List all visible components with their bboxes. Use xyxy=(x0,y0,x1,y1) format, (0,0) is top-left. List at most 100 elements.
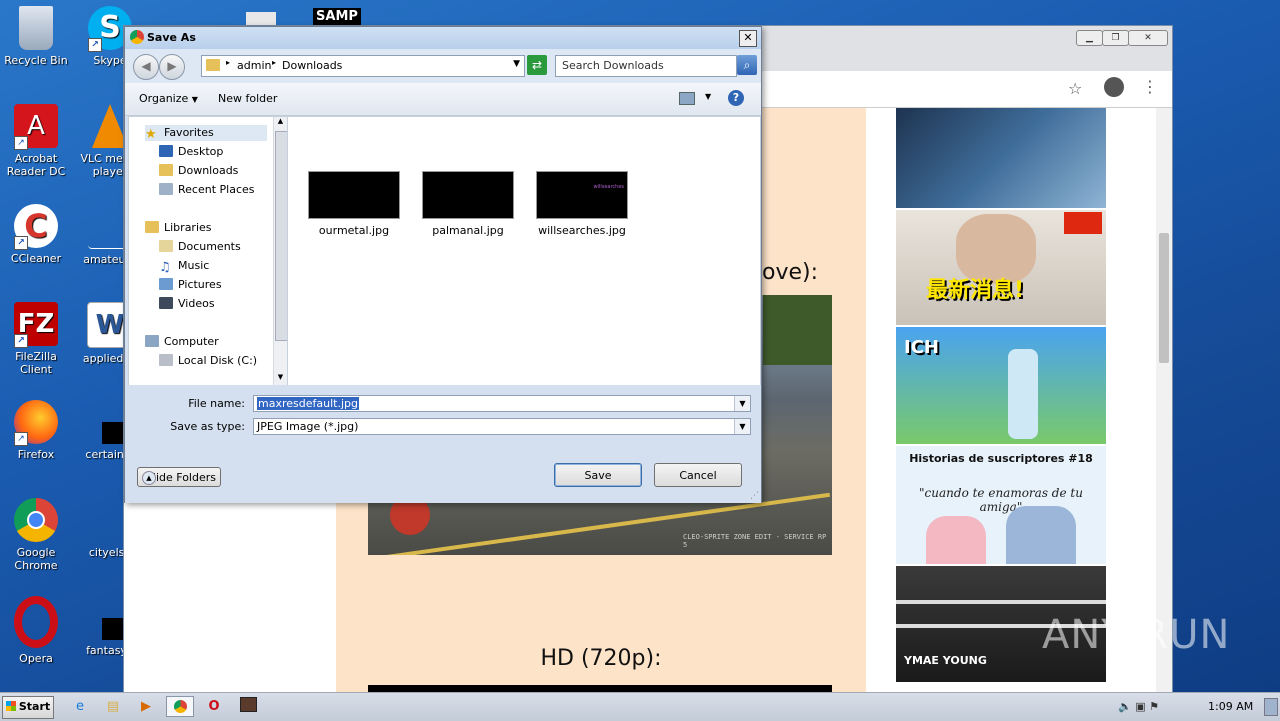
file-item[interactable]: willsearches willsearches.jpg xyxy=(536,171,628,237)
view-options-icon[interactable] xyxy=(679,92,695,105)
nav-pictures[interactable]: Pictures xyxy=(159,277,222,293)
app-icon xyxy=(239,697,257,712)
forward-button[interactable]: ▶ xyxy=(159,54,185,80)
navigation-pane: ★ Favorites Desktop Downloads Recent Plac… xyxy=(128,116,288,386)
file-thumbnail xyxy=(308,171,400,219)
desktop-icon-label: Acrobat Reader DC xyxy=(6,152,66,178)
dialog-title: Save As xyxy=(147,31,196,44)
desktop-icon-opera[interactable]: Opera xyxy=(0,596,72,665)
breadcrumb-admin[interactable]: admin xyxy=(237,59,271,72)
start-button[interactable]: Start xyxy=(2,696,54,719)
nav-music[interactable]: ♫ Music xyxy=(159,258,209,275)
acrobat-icon: A ↗ xyxy=(14,104,58,150)
back-button[interactable]: ◀ xyxy=(133,54,159,80)
close-window-button[interactable]: ✕ xyxy=(1128,30,1168,46)
minimize-button[interactable]: ▁ xyxy=(1076,30,1103,46)
nav-downloads[interactable]: Downloads xyxy=(159,163,238,179)
nav-local-disk[interactable]: Local Disk (C:) xyxy=(159,353,257,369)
media-player-icon[interactable]: ▶ xyxy=(132,696,160,717)
anyrun-watermark: ANY RUN xyxy=(1042,612,1231,658)
opera-taskbar-icon[interactable]: O xyxy=(200,696,228,717)
desktop-icon-label: FileZilla Client xyxy=(15,350,57,376)
chrome-menu-icon[interactable]: ⋮ xyxy=(1142,77,1158,96)
view-dropdown-icon[interactable]: ▼ xyxy=(705,92,711,101)
file-item[interactable]: palmanal.jpg xyxy=(422,171,514,237)
nav-computer[interactable]: Computer xyxy=(145,334,219,350)
address-bar[interactable]: ▸ admin ▸ Downloads ▼ xyxy=(201,55,525,77)
scrollbar-thumb[interactable] xyxy=(1159,233,1169,363)
scroll-down-icon[interactable]: ▼ xyxy=(275,373,286,385)
page-scrollbar[interactable] xyxy=(1156,108,1172,693)
tray-icons[interactable]: 🔈 ▣ ⚑ xyxy=(1118,696,1188,717)
dialog-toolbar: Organize ▼ New folder ▼ ? xyxy=(125,83,761,116)
nav-documents[interactable]: Documents xyxy=(159,239,241,255)
maximize-button[interactable]: ❐ xyxy=(1102,30,1129,46)
chevron-down-icon[interactable]: ▼ xyxy=(734,419,750,434)
chevron-down-icon: ▼ xyxy=(191,95,198,104)
desktop-icon-recycle-bin[interactable]: Recycle Bin xyxy=(0,6,72,67)
organize-button[interactable]: Organize ▼ xyxy=(139,92,198,105)
chrome-taskbar-icon[interactable] xyxy=(166,696,194,717)
file-item[interactable]: ourmetal.jpg xyxy=(308,171,400,237)
nav-recent-places-label: Recent Places xyxy=(178,183,255,196)
profile-avatar-icon[interactable] xyxy=(1104,77,1124,97)
desktop-icon-firefox[interactable]: ↗ Firefox xyxy=(0,400,72,461)
chevron-down-icon[interactable]: ▼ xyxy=(734,396,750,411)
speaker-icon[interactable]: 🔈 xyxy=(1118,700,1132,713)
ccleaner-icon: C ↗ xyxy=(14,204,58,250)
search-icon[interactable]: ⌕ xyxy=(737,55,757,75)
sidebar-thumb-1[interactable] xyxy=(896,108,1106,208)
bookmark-star-icon[interactable]: ☆ xyxy=(1068,79,1082,98)
ie-icon[interactable]: e xyxy=(66,696,94,717)
desktop-icon-acrobat[interactable]: A ↗ Acrobat Reader DC xyxy=(0,104,72,178)
breadcrumb-downloads[interactable]: Downloads xyxy=(282,59,342,72)
desktop-icon-label: Recycle Bin xyxy=(4,54,68,67)
nav-videos[interactable]: Videos xyxy=(159,296,215,312)
scroll-up-icon[interactable]: ▲ xyxy=(275,117,286,129)
cancel-button[interactable]: Cancel xyxy=(654,463,742,487)
music-icon: ♫ xyxy=(159,260,171,275)
nav-libraries[interactable]: Libraries xyxy=(145,220,212,236)
search-input[interactable]: Search Downloads xyxy=(555,55,737,77)
explorer-icon[interactable]: ▤ xyxy=(99,696,127,717)
show-desktop-button[interactable] xyxy=(1264,698,1278,716)
sidebar-thumb-2[interactable]: 最新消息! xyxy=(896,210,1106,325)
cartoon-girl xyxy=(926,516,986,564)
dialog-titlebar[interactable]: Save As ✕ xyxy=(125,27,761,49)
desktop-icon-chrome[interactable]: Google Chrome xyxy=(0,498,72,572)
desktop-icon-ccleaner[interactable]: C ↗ CCleaner xyxy=(0,204,72,265)
path-dropdown-icon[interactable]: ▼ xyxy=(513,59,520,69)
firefox-icon: ↗ xyxy=(14,400,58,446)
nav-scrollbar[interactable]: ▲ ▼ xyxy=(273,117,288,385)
clock[interactable]: 1:09 AM xyxy=(1208,700,1253,713)
flag-icon[interactable]: ⚑ xyxy=(1149,700,1159,713)
computer-icon xyxy=(145,335,159,347)
refresh-icon[interactable]: ⇄ xyxy=(527,55,547,75)
breadcrumb-arrow-icon[interactable]: ▸ xyxy=(272,58,276,67)
china-flag-icon xyxy=(1064,212,1102,234)
breadcrumb-arrow-icon[interactable]: ▸ xyxy=(226,58,230,67)
resize-grip-icon[interactable]: ⋰ xyxy=(750,491,759,501)
sidebar-thumb-3[interactable]: ICH xyxy=(896,327,1106,444)
save-button[interactable]: Save xyxy=(554,463,642,487)
desktop-icon-filezilla[interactable]: FZ ↗ FileZilla Client xyxy=(0,302,72,376)
nav-desktop[interactable]: Desktop xyxy=(159,144,223,160)
new-folder-button[interactable]: New folder xyxy=(218,92,277,105)
file-name-input[interactable]: maxresdefault.jpg ▼ xyxy=(253,395,751,412)
nav-favorites[interactable]: ★ Favorites xyxy=(145,125,267,142)
sidebar-thumb-3-text: ICH xyxy=(904,337,939,358)
dialog-close-button[interactable]: ✕ xyxy=(739,30,757,47)
save-form: File name: maxresdefault.jpg ▼ Save as t… xyxy=(125,385,761,503)
sidebar-thumb-5-text: YMAE YOUNG xyxy=(904,654,987,667)
nav-recent-places[interactable]: Recent Places xyxy=(159,182,255,198)
save-type-select[interactable]: JPEG Image (*.jpg) ▼ xyxy=(253,418,751,435)
desktop-icon xyxy=(159,145,173,157)
file-name-value: maxresdefault.jpg xyxy=(257,397,359,410)
samp-icon[interactable]: SAMP xyxy=(313,8,361,26)
app-taskbar-icon[interactable] xyxy=(234,696,262,717)
shortcut-arrow-icon: ↗ xyxy=(14,236,28,250)
network-icon[interactable]: ▣ xyxy=(1135,700,1145,713)
sidebar-thumb-4[interactable]: Historias de suscriptores #18 "cuando te… xyxy=(896,446,1106,564)
hide-folders-button[interactable]: ▲ Hide Folders xyxy=(137,467,221,487)
help-icon[interactable]: ? xyxy=(728,90,744,106)
